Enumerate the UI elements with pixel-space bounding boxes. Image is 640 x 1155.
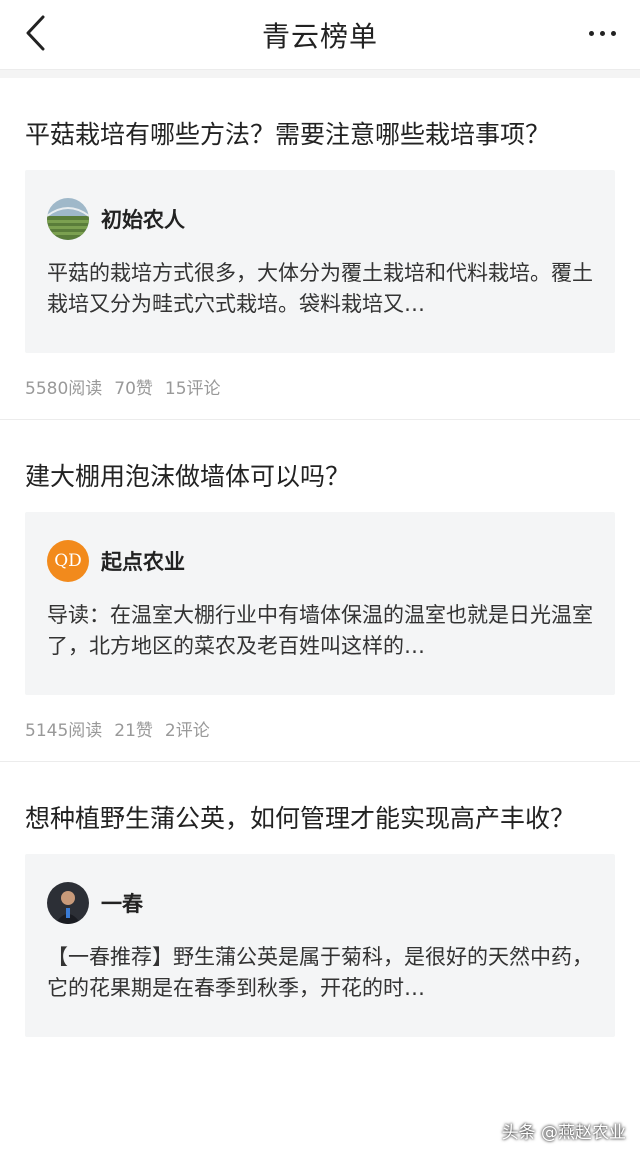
- like-count: 21赞: [114, 720, 153, 741]
- list-item[interactable]: 建大棚用泡沫做墙体可以吗？ QD 起点农业 导读：在温室大棚行业中有墙体保温的温…: [0, 419, 640, 761]
- avatar[interactable]: [47, 882, 89, 924]
- page-title: 青云榜单: [261, 19, 378, 53]
- read-count: 5145阅读: [25, 720, 103, 741]
- watermark: 头条 @燕赵农业: [501, 1123, 626, 1143]
- more-dots-icon: [588, 30, 594, 36]
- more-options-button[interactable]: [580, 13, 624, 53]
- question-feed: 平菇栽培有哪些方法？需要注意哪些栽培事项？ 初始农人 平菇的栽培方式很多，大体分…: [0, 78, 640, 1037]
- author-name[interactable]: 初始农人: [101, 204, 185, 234]
- comment-count: 15评论: [164, 378, 221, 399]
- divider: [0, 70, 640, 78]
- answer-author[interactable]: 初始农人: [47, 198, 593, 240]
- back-button[interactable]: [16, 13, 56, 53]
- chevron-left-icon: [26, 15, 45, 51]
- answer-card[interactable]: 初始农人 平菇的栽培方式很多，大体分为覆土栽培和代料栽培。覆土栽培又分为畦式穴式…: [25, 170, 615, 353]
- person-photo-icon: [47, 882, 89, 924]
- comment-count: 2评论: [164, 720, 210, 741]
- author-name[interactable]: 起点农业: [101, 546, 185, 576]
- question-title[interactable]: 建大棚用泡沫做墙体可以吗？: [25, 456, 615, 498]
- answer-excerpt: 【一春推荐】野生蒲公英是属于菊科，是很好的天然中药，它的花果期是在春季到秋季，开…: [47, 945, 593, 1000]
- top-nav-bar: 青云榜单: [0, 0, 640, 70]
- qd-logo-icon: QD: [54, 551, 82, 571]
- list-item[interactable]: 平菇栽培有哪些方法？需要注意哪些栽培事项？ 初始农人 平菇的栽培方式很多，大体分…: [0, 78, 640, 419]
- avatar[interactable]: QD: [47, 540, 89, 582]
- like-count: 70赞: [114, 378, 153, 399]
- answer-card[interactable]: QD 起点农业 导读：在温室大棚行业中有墙体保温的温室也就是日光温室了，北方地区…: [25, 512, 615, 695]
- stats-bar: 5580阅读 70赞 15评论: [25, 353, 615, 419]
- list-item[interactable]: 想种植野生蒲公英，如何管理才能实现高产丰收？ 一春 【一春推荐】野生蒲公英是属于…: [0, 761, 640, 1037]
- answer-excerpt: 平菇的栽培方式很多，大体分为覆土栽培和代料栽培。覆土栽培又分为畦式穴式栽培。袋料…: [47, 261, 593, 316]
- answer-author[interactable]: 一春: [47, 882, 593, 924]
- question-title[interactable]: 想种植野生蒲公英，如何管理才能实现高产丰收？: [25, 798, 615, 840]
- answer-card[interactable]: 一春 【一春推荐】野生蒲公英是属于菊科，是很好的天然中药，它的花果期是在春季到秋…: [25, 854, 615, 1037]
- question-title[interactable]: 平菇栽培有哪些方法？需要注意哪些栽培事项？: [25, 114, 615, 156]
- avatar[interactable]: [47, 198, 89, 240]
- stats-bar: 5145阅读 21赞 2评论: [25, 695, 615, 761]
- answer-author[interactable]: QD 起点农业: [47, 540, 593, 582]
- read-count: 5580阅读: [25, 378, 103, 399]
- answer-excerpt: 导读：在温室大棚行业中有墙体保温的温室也就是日光温室了，北方地区的菜农及老百姓叫…: [47, 603, 593, 658]
- page: 青云榜单 平菇栽培有哪些方法？需要注意哪些栽培事项？ 初始农人 平菇的栽培方式很…: [0, 0, 640, 1155]
- farm-photo-icon: [47, 198, 89, 240]
- author-name[interactable]: 一春: [101, 888, 143, 918]
